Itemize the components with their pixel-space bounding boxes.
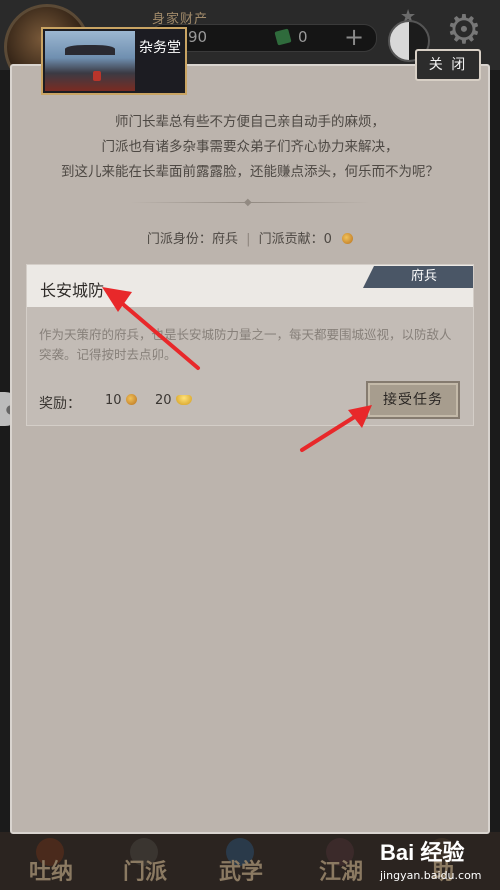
sect-status: 门派身份：府兵 | 门派贡献：0 bbox=[0, 228, 500, 247]
nav-label: 门派 bbox=[122, 859, 167, 885]
nav-item-wuxue[interactable]: 武学 bbox=[196, 838, 286, 888]
plus-icon[interactable]: + bbox=[344, 24, 364, 50]
reward-silver-value: 20 bbox=[155, 393, 172, 408]
identity-label: 门派身份： bbox=[146, 232, 212, 247]
intro-line: 门派也有诸多杂事需要众弟子们齐心协力来解决， bbox=[101, 139, 399, 155]
nav-item-menpai[interactable]: 门派 bbox=[100, 838, 190, 888]
contribution-value: 0 bbox=[323, 232, 332, 247]
baidu-jingyan-watermark: Bai 经验 jingyan.baidu.com bbox=[380, 835, 495, 887]
nav-item-jianghu[interactable]: 江湖 bbox=[296, 838, 386, 888]
nav-label: 武学 bbox=[218, 859, 263, 885]
task-title: 长安城防 bbox=[40, 281, 105, 300]
accept-task-button[interactable]: 接受任务 bbox=[366, 381, 460, 419]
intro-text: 师门长辈总有些不方便自己亲自动手的麻烦， 门派也有诸多杂事需要众弟子们齐心协力来… bbox=[30, 110, 470, 185]
divider-ornament: ◆ bbox=[244, 197, 252, 208]
status-separator: | bbox=[246, 232, 251, 247]
watermark-brand: Bai 经验 bbox=[380, 840, 465, 865]
pagoda-illustration bbox=[45, 31, 135, 91]
contribution-coin-icon bbox=[342, 233, 354, 244]
task-description: 作为天策府的府兵，也是长安城防力量之一，每天都要围城巡视，以防敌人突袭。记得按时… bbox=[39, 327, 452, 362]
hall-badge: 杂务堂 bbox=[41, 27, 187, 95]
lantern-icon bbox=[93, 71, 101, 81]
watermark-url: jingyan.baidu.com bbox=[380, 869, 482, 882]
close-button[interactable]: 关 闭 bbox=[415, 49, 481, 81]
nav-item-tuna[interactable]: 吐纳 bbox=[6, 838, 96, 888]
reward-contribution-value: 10 bbox=[105, 393, 122, 408]
hall-title: 杂务堂 bbox=[139, 40, 181, 56]
wealth-value: 90 bbox=[188, 28, 208, 46]
rank-tag: 府兵 bbox=[363, 266, 473, 288]
reward-label: 奖励： bbox=[39, 396, 81, 412]
nav-label: 吐纳 bbox=[28, 859, 73, 885]
contribution-coin-icon bbox=[125, 394, 137, 405]
task-card: 长安城防 府兵 作为天策府的府兵，也是长安城防力量之一，每天都要围城巡视，以防敌… bbox=[26, 264, 474, 426]
silver-ingot-icon bbox=[175, 395, 192, 405]
gear-icon[interactable]: ⚙ bbox=[446, 10, 482, 50]
intro-line: 到这儿来能在长辈面前露露脸，还能赚点添头，何乐而不为呢？ bbox=[61, 164, 439, 180]
task-header: 长安城防 府兵 bbox=[27, 265, 473, 307]
identity-value: 府兵 bbox=[211, 232, 238, 247]
reward-silver: 20 bbox=[155, 393, 192, 408]
contribution-label: 门派贡献： bbox=[258, 232, 324, 247]
jade-value: 0 bbox=[298, 28, 308, 46]
nav-label: 江湖 bbox=[318, 859, 363, 885]
reward-contribution: 10 bbox=[105, 393, 137, 408]
pagoda-roof bbox=[65, 45, 115, 55]
intro-line: 师门长辈总有些不方便自己亲自动手的麻烦， bbox=[115, 114, 385, 130]
